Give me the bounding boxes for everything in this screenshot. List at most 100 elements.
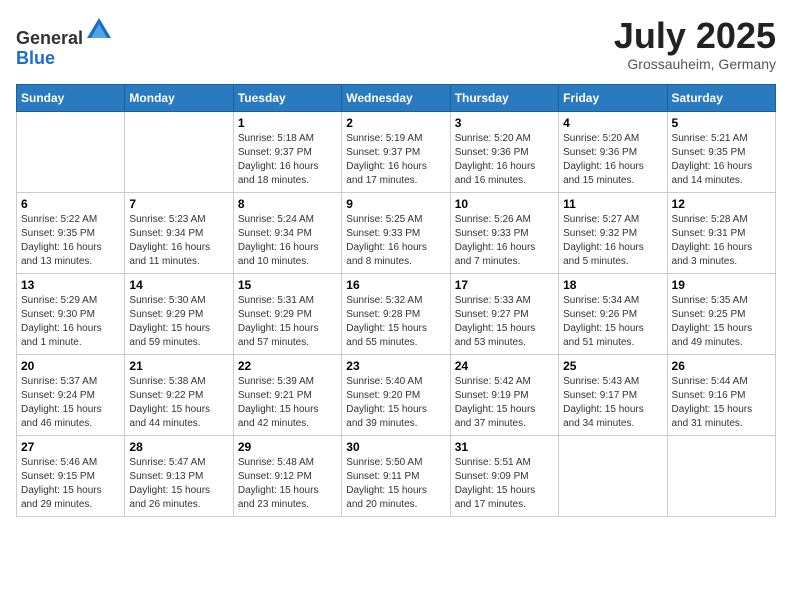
cell-content: Sunrise: 5:18 AM Sunset: 9:37 PM Dayligh… [238, 132, 337, 188]
day-header-thursday: Thursday [450, 84, 558, 111]
calendar-cell: 10 Sunrise: 5:26 AM Sunset: 9:33 PM Dayli… [450, 192, 558, 273]
day-number: 12 [672, 197, 771, 211]
calendar-week-1: 6 Sunrise: 5:22 AM Sunset: 9:35 PM Daylig… [17, 192, 776, 273]
day-number: 2 [346, 116, 445, 130]
day-header-saturday: Saturday [667, 84, 775, 111]
calendar-cell: 8Sunrise: 5:24 AM Sunset: 9:34 PM Daylig… [233, 192, 341, 273]
day-number: 15 [238, 278, 337, 292]
cell-content: Sunrise: 5:26 AM Sunset: 9:33 PM Dayligh… [455, 213, 554, 269]
calendar-cell: 22Sunrise: 5:39 AM Sunset: 9:21 PM Dayli… [233, 354, 341, 435]
cell-content: Sunrise: 5:48 AM Sunset: 9:12 PM Dayligh… [238, 456, 337, 512]
location: Grossauheim, Germany [614, 56, 776, 72]
cell-content: Sunrise: 5:40 AM Sunset: 9:20 PM Dayligh… [346, 375, 445, 431]
day-number: 5 [672, 116, 771, 130]
cell-content: Sunrise: 5:29 AM Sunset: 9:30 PM Dayligh… [21, 294, 120, 350]
cell-content: Sunrise: 5:39 AM Sunset: 9:21 PM Dayligh… [238, 375, 337, 431]
calendar-cell: 11 Sunrise: 5:27 AM Sunset: 9:32 PM Dayli… [559, 192, 667, 273]
day-number: 20 [21, 359, 120, 373]
calendar-week-2: 13 Sunrise: 5:29 AM Sunset: 9:30 PM Dayli… [17, 273, 776, 354]
day-number: 26 [672, 359, 771, 373]
page-header: General Blue July 2025 Grossauheim, Germ… [16, 16, 776, 72]
title-block: July 2025 Grossauheim, Germany [614, 16, 776, 72]
cell-content: Sunrise: 5:30 AM Sunset: 9:29 PM Dayligh… [129, 294, 228, 350]
calendar-cell: 27Sunrise: 5:46 AM Sunset: 9:15 PM Dayli… [17, 435, 125, 516]
calendar-week-0: 1 Sunrise: 5:18 AM Sunset: 9:37 PM Daylig… [17, 111, 776, 192]
day-number: 18 [563, 278, 662, 292]
calendar-cell [559, 435, 667, 516]
logo-general: General [16, 28, 83, 48]
logo-icon [85, 16, 113, 44]
day-number: 10 [455, 197, 554, 211]
calendar-cell: 31 Sunrise: 5:51 AM Sunset: 9:09 PM Dayli… [450, 435, 558, 516]
calendar-cell: 9Sunrise: 5:25 AM Sunset: 9:33 PM Daylig… [342, 192, 450, 273]
cell-content: Sunrise: 5:34 AM Sunset: 9:26 PM Dayligh… [563, 294, 662, 350]
cell-content: Sunrise: 5:21 AM Sunset: 9:35 PM Dayligh… [672, 132, 771, 188]
month-title: July 2025 [614, 16, 776, 56]
calendar-cell: 7Sunrise: 5:23 AM Sunset: 9:34 PM Daylig… [125, 192, 233, 273]
cell-content: Sunrise: 5:27 AM Sunset: 9:32 PM Dayligh… [563, 213, 662, 269]
cell-content: Sunrise: 5:33 AM Sunset: 9:27 PM Dayligh… [455, 294, 554, 350]
calendar-cell [125, 111, 233, 192]
day-number: 30 [346, 440, 445, 454]
cell-content: Sunrise: 5:25 AM Sunset: 9:33 PM Dayligh… [346, 213, 445, 269]
calendar-cell: 30 Sunrise: 5:50 AM Sunset: 9:11 PM Dayli… [342, 435, 450, 516]
calendar-cell: 17 Sunrise: 5:33 AM Sunset: 9:27 PM Dayli… [450, 273, 558, 354]
cell-content: Sunrise: 5:31 AM Sunset: 9:29 PM Dayligh… [238, 294, 337, 350]
day-number: 23 [346, 359, 445, 373]
cell-content: Sunrise: 5:23 AM Sunset: 9:34 PM Dayligh… [129, 213, 228, 269]
calendar-header-row: SundayMondayTuesdayWednesdayThursdayFrid… [17, 84, 776, 111]
day-number: 6 [21, 197, 120, 211]
day-header-sunday: Sunday [17, 84, 125, 111]
cell-content: Sunrise: 5:37 AM Sunset: 9:24 PM Dayligh… [21, 375, 120, 431]
day-header-friday: Friday [559, 84, 667, 111]
calendar-cell: 1 Sunrise: 5:18 AM Sunset: 9:37 PM Daylig… [233, 111, 341, 192]
day-number: 8 [238, 197, 337, 211]
day-number: 11 [563, 197, 662, 211]
calendar-cell [17, 111, 125, 192]
cell-content: Sunrise: 5:32 AM Sunset: 9:28 PM Dayligh… [346, 294, 445, 350]
calendar-cell: 25Sunrise: 5:43 AM Sunset: 9:17 PM Dayli… [559, 354, 667, 435]
calendar-cell: 2 Sunrise: 5:19 AM Sunset: 9:37 PM Daylig… [342, 111, 450, 192]
calendar-week-4: 27Sunrise: 5:46 AM Sunset: 9:15 PM Dayli… [17, 435, 776, 516]
day-number: 3 [455, 116, 554, 130]
day-number: 1 [238, 116, 337, 130]
day-number: 21 [129, 359, 228, 373]
calendar-table: SundayMondayTuesdayWednesdayThursdayFrid… [16, 84, 776, 517]
day-number: 27 [21, 440, 120, 454]
day-number: 16 [346, 278, 445, 292]
calendar-cell: 13 Sunrise: 5:29 AM Sunset: 9:30 PM Dayli… [17, 273, 125, 354]
calendar-week-3: 20 Sunrise: 5:37 AM Sunset: 9:24 PM Dayli… [17, 354, 776, 435]
cell-content: Sunrise: 5:22 AM Sunset: 9:35 PM Dayligh… [21, 213, 120, 269]
cell-content: Sunrise: 5:42 AM Sunset: 9:19 PM Dayligh… [455, 375, 554, 431]
calendar-cell [667, 435, 775, 516]
calendar-cell: 12 Sunrise: 5:28 AM Sunset: 9:31 PM Dayli… [667, 192, 775, 273]
calendar-cell: 23 Sunrise: 5:40 AM Sunset: 9:20 PM Dayli… [342, 354, 450, 435]
day-header-monday: Monday [125, 84, 233, 111]
day-number: 13 [21, 278, 120, 292]
cell-content: Sunrise: 5:50 AM Sunset: 9:11 PM Dayligh… [346, 456, 445, 512]
cell-content: Sunrise: 5:44 AM Sunset: 9:16 PM Dayligh… [672, 375, 771, 431]
day-header-tuesday: Tuesday [233, 84, 341, 111]
day-number: 28 [129, 440, 228, 454]
calendar-cell: 5 Sunrise: 5:21 AM Sunset: 9:35 PM Daylig… [667, 111, 775, 192]
calendar-cell: 14 Sunrise: 5:30 AM Sunset: 9:29 PM Dayli… [125, 273, 233, 354]
calendar-cell: 20 Sunrise: 5:37 AM Sunset: 9:24 PM Dayli… [17, 354, 125, 435]
logo-blue: Blue [16, 48, 55, 68]
day-number: 14 [129, 278, 228, 292]
day-header-wednesday: Wednesday [342, 84, 450, 111]
cell-content: Sunrise: 5:28 AM Sunset: 9:31 PM Dayligh… [672, 213, 771, 269]
cell-content: Sunrise: 5:20 AM Sunset: 9:36 PM Dayligh… [455, 132, 554, 188]
logo: General Blue [16, 16, 113, 69]
calendar-cell: 29Sunrise: 5:48 AM Sunset: 9:12 PM Dayli… [233, 435, 341, 516]
day-number: 19 [672, 278, 771, 292]
cell-content: Sunrise: 5:51 AM Sunset: 9:09 PM Dayligh… [455, 456, 554, 512]
cell-content: Sunrise: 5:19 AM Sunset: 9:37 PM Dayligh… [346, 132, 445, 188]
day-number: 17 [455, 278, 554, 292]
cell-content: Sunrise: 5:43 AM Sunset: 9:17 PM Dayligh… [563, 375, 662, 431]
calendar-cell: 26 Sunrise: 5:44 AM Sunset: 9:16 PM Dayli… [667, 354, 775, 435]
cell-content: Sunrise: 5:38 AM Sunset: 9:22 PM Dayligh… [129, 375, 228, 431]
calendar-cell: 21 Sunrise: 5:38 AM Sunset: 9:22 PM Dayli… [125, 354, 233, 435]
cell-content: Sunrise: 5:47 AM Sunset: 9:13 PM Dayligh… [129, 456, 228, 512]
calendar-cell: 19Sunrise: 5:35 AM Sunset: 9:25 PM Dayli… [667, 273, 775, 354]
day-number: 31 [455, 440, 554, 454]
